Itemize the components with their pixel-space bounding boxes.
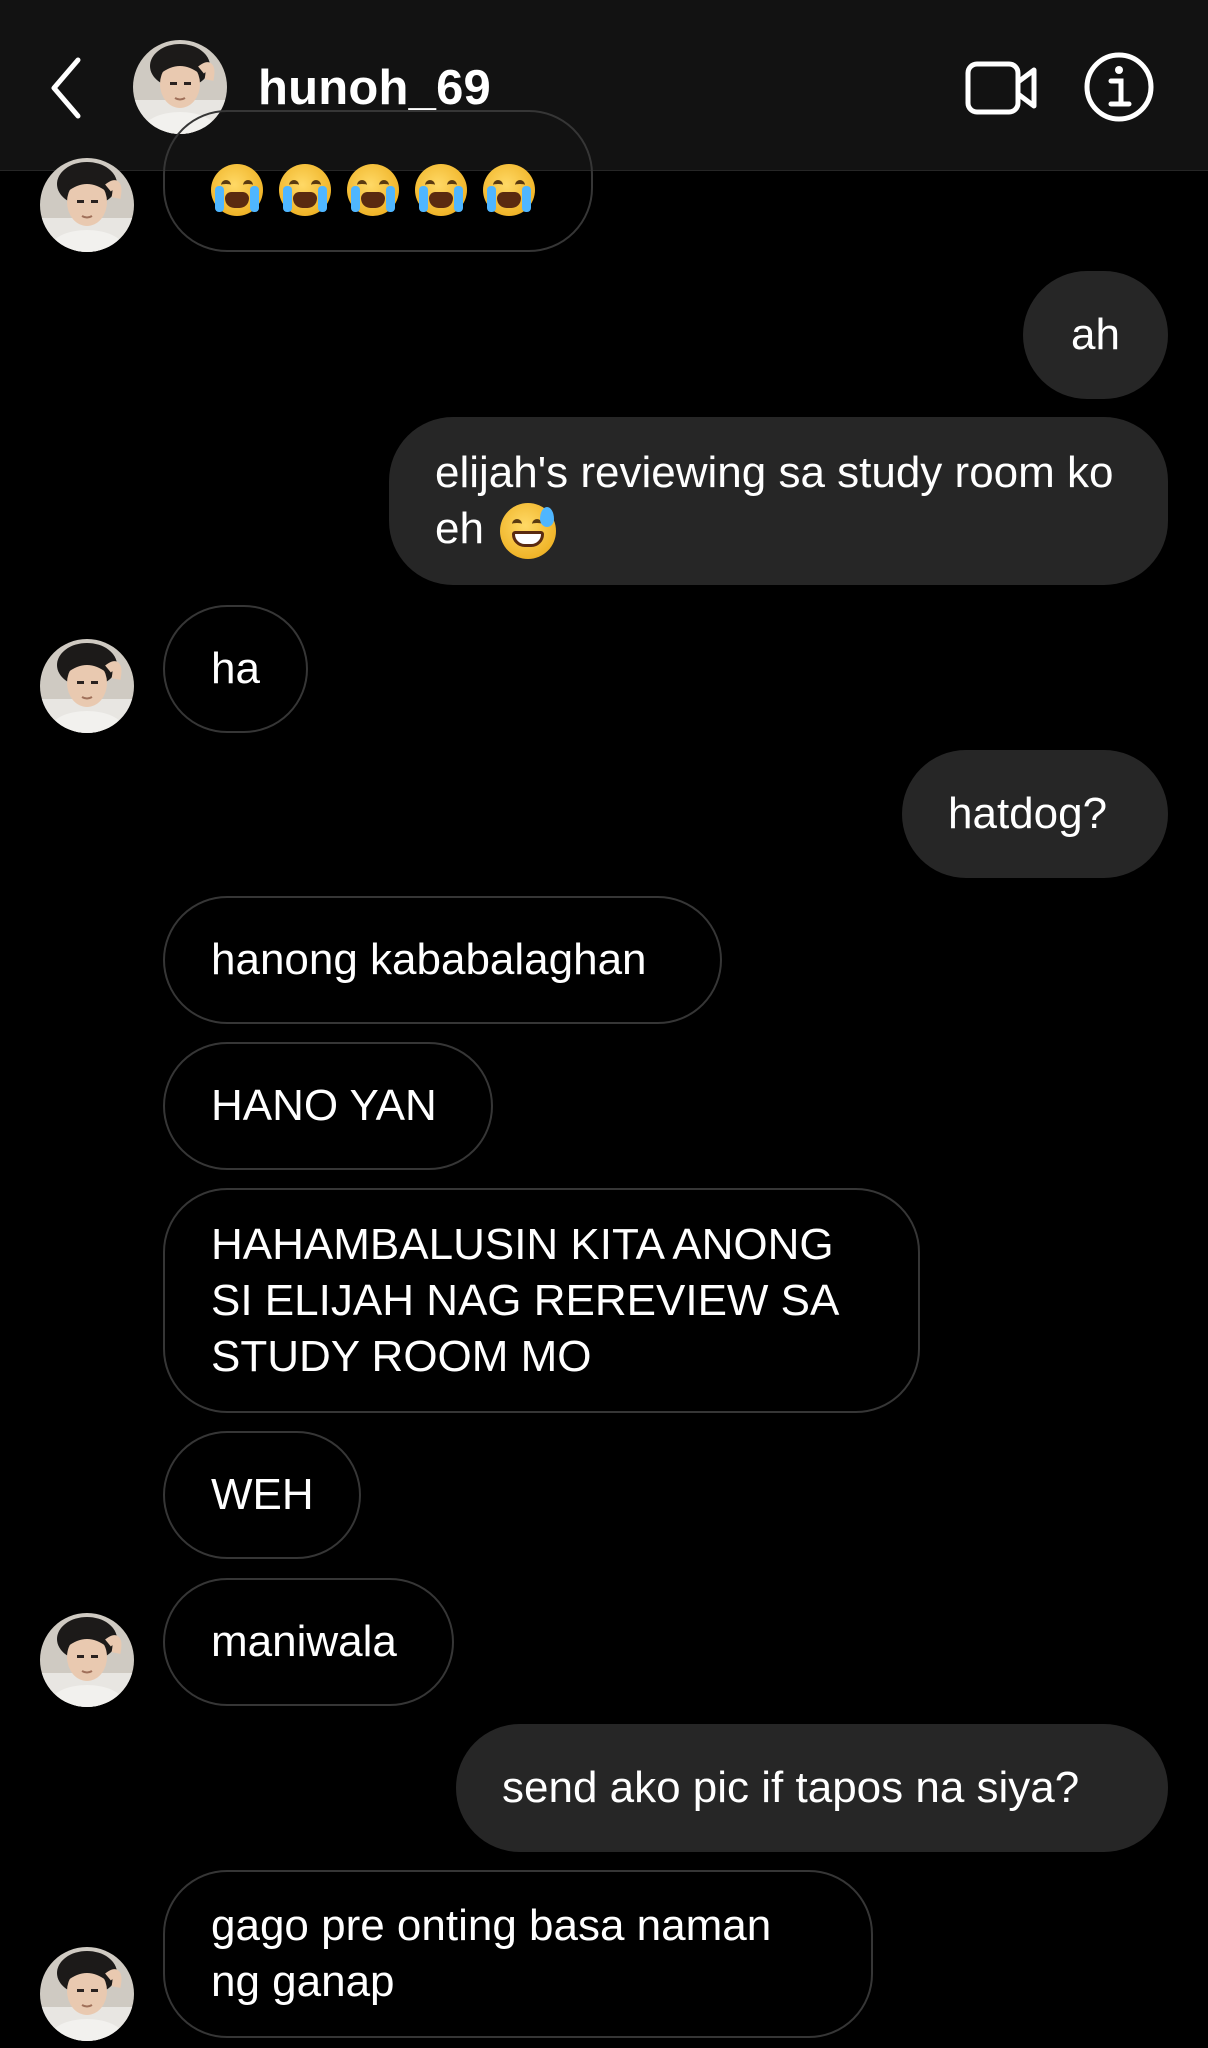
message-received[interactable] bbox=[163, 110, 593, 252]
video-camera-icon[interactable] bbox=[964, 56, 1040, 120]
message-received[interactable]: HAHAMBALUSIN KITA ANONG SI ELIJAH NAG RE… bbox=[163, 1188, 920, 1413]
message-text: ah bbox=[1071, 310, 1120, 359]
message-sent[interactable]: ah bbox=[1023, 271, 1168, 399]
sender-avatar[interactable] bbox=[40, 1613, 134, 1707]
loudly-crying-face-icon bbox=[415, 164, 467, 216]
message-text-line: gago pre onting basa naman bbox=[211, 1901, 772, 1950]
loudly-crying-face-icon bbox=[211, 164, 263, 216]
message-text: hatdog? bbox=[948, 789, 1108, 838]
message-received[interactable]: ha bbox=[163, 605, 308, 733]
message-text-line: SI ELIJAH NAG REREVIEW SA bbox=[211, 1275, 840, 1325]
loudly-crying-face-icon bbox=[347, 164, 399, 216]
message-received[interactable]: HANO YAN bbox=[163, 1042, 493, 1170]
message-text-line: STUDY ROOM MO bbox=[211, 1331, 592, 1381]
message-text: HANO YAN bbox=[211, 1081, 437, 1130]
crying-emoji-row bbox=[211, 164, 535, 216]
message-sent[interactable]: send ako pic if tapos na siya? bbox=[456, 1724, 1168, 1852]
message-text: send ako pic if tapos na siya? bbox=[502, 1763, 1080, 1812]
loudly-crying-face-icon bbox=[483, 164, 535, 216]
chevron-left-icon[interactable] bbox=[44, 52, 88, 124]
message-received[interactable]: WEH bbox=[163, 1431, 361, 1559]
message-received[interactable]: hanong kababalaghan bbox=[163, 896, 722, 1024]
message-text-line: ng ganap bbox=[211, 1957, 395, 2006]
message-text: WEH bbox=[211, 1470, 314, 1519]
message-received[interactable]: maniwala bbox=[163, 1578, 454, 1706]
message-sent[interactable]: hatdog? bbox=[902, 750, 1168, 878]
info-icon[interactable] bbox=[1082, 50, 1156, 124]
message-text-line: HAHAMBALUSIN KITA ANONG bbox=[211, 1219, 834, 1269]
message-text: ha bbox=[211, 644, 260, 693]
message-received[interactable]: gago pre onting basa naman ng ganap bbox=[163, 1870, 873, 2038]
sender-avatar[interactable] bbox=[40, 639, 134, 733]
message-sent[interactable]: elijah's reviewing sa study room ko eh bbox=[389, 417, 1168, 585]
sender-avatar[interactable] bbox=[40, 1947, 134, 2041]
loudly-crying-face-icon bbox=[279, 164, 331, 216]
grinning-face-with-sweat-icon bbox=[499, 503, 556, 560]
sender-avatar[interactable] bbox=[40, 158, 134, 252]
message-text: maniwala bbox=[211, 1617, 397, 1666]
message-text: hanong kababalaghan bbox=[211, 935, 647, 984]
